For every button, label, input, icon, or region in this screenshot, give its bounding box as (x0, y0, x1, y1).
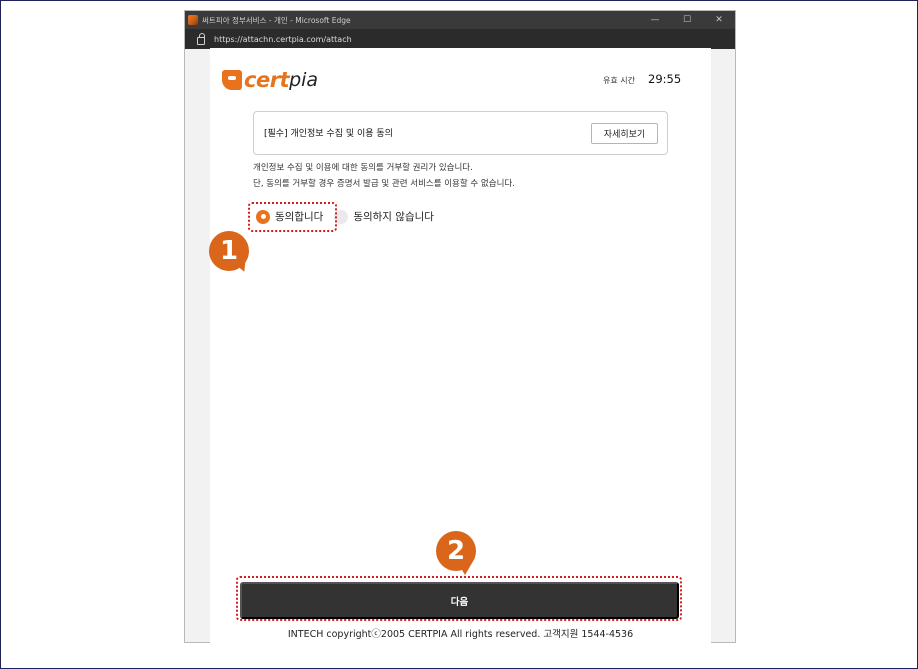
certpia-logo-icon (222, 70, 242, 90)
close-button[interactable]: ✕ (703, 11, 735, 29)
step1-badge: 1 (209, 231, 249, 271)
address-bar[interactable]: https://attachn.certpia.com/attach (185, 29, 735, 49)
notice-line: 개인정보 수집 및 이용에 대한 동의를 거부할 권리가 있습니다. (253, 163, 473, 173)
title-bar: 써트피아 정부서비스 - 개인 - Microsoft Edge — ☐ ✕ (185, 11, 735, 29)
step2-badge: 2 (436, 531, 476, 571)
lock-icon (197, 32, 205, 45)
highlight-next-button (236, 576, 682, 621)
minimize-button[interactable]: — (639, 11, 671, 29)
consent-title: [필수] 개인정보 수집 및 이용 동의 (264, 129, 393, 139)
logo-text-pia: pia (289, 69, 319, 91)
url-text[interactable]: https://attachn.certpia.com/attach (214, 35, 352, 44)
logo-text-cert: cert (244, 68, 290, 92)
window-controls: — ☐ ✕ (639, 11, 735, 29)
consent-box: [필수] 개인정보 수집 및 이용 동의 자세히보기 (253, 111, 668, 155)
timer-value: 29:55 (648, 72, 682, 86)
highlight-agree-option (248, 202, 337, 232)
consent-notice: 개인정보 수집 및 이용에 대한 동의를 거부할 권리가 있습니다. 단, 동의… (253, 160, 515, 192)
disagree-label[interactable]: 동의하지 않습니다 (353, 209, 434, 224)
timer-label: 유효 시간 (603, 76, 635, 85)
disagree-option[interactable]: 동의하지 않습니다 (334, 209, 434, 224)
app-logo-icon (188, 15, 198, 25)
footer-copyright: INTECH copyrightⓒ2005 CERTPIA All rights… (287, 629, 634, 640)
details-button[interactable]: 자세히보기 (591, 123, 658, 144)
notice-line: 단, 동의를 거부할 경우 증명서 발급 및 관련 서비스를 이용할 수 없습니… (253, 179, 515, 189)
maximize-button[interactable]: ☐ (671, 11, 703, 29)
certpia-logo: cert pia (222, 68, 318, 92)
window-title: 써트피아 정부서비스 - 개인 - Microsoft Edge (202, 15, 351, 25)
